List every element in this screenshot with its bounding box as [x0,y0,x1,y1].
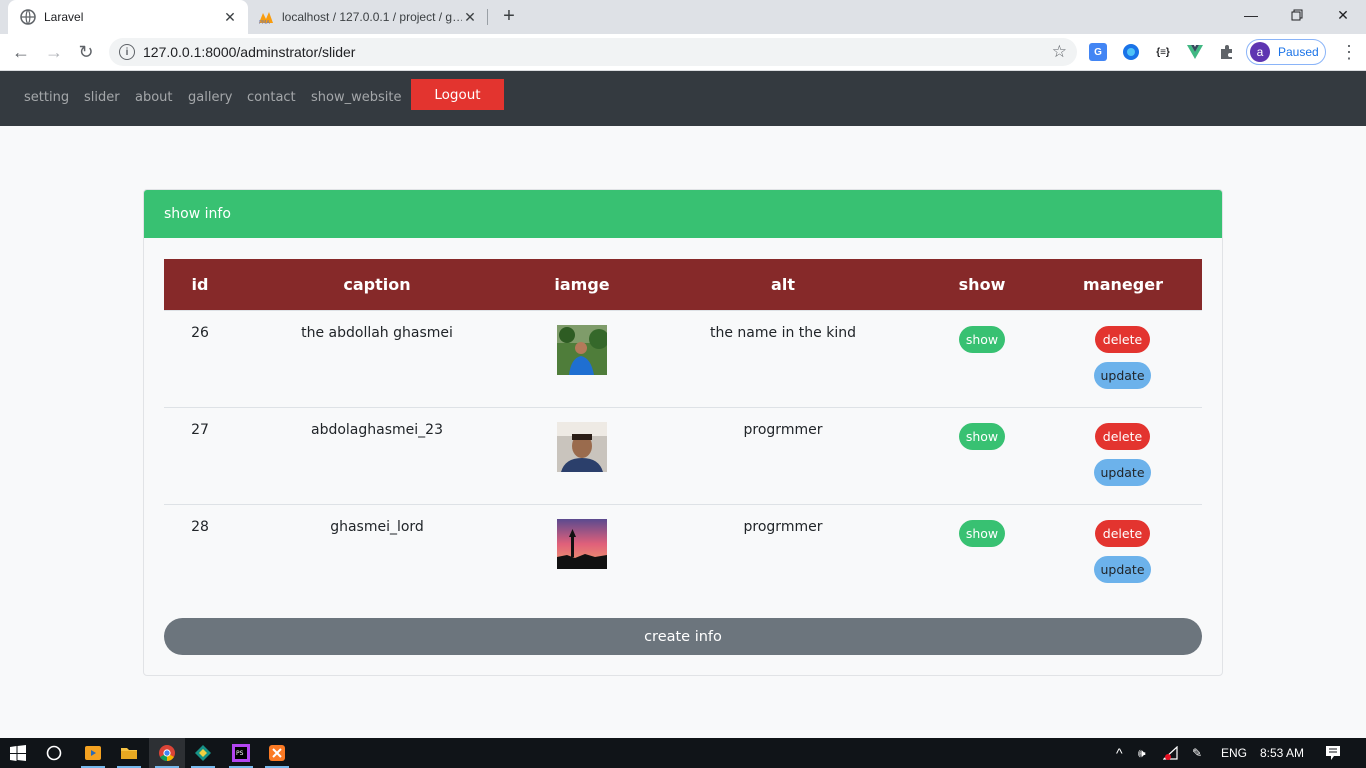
column-header-manager: maneger [1083,275,1163,294]
tab-title: localhost / 127.0.0.1 / project / g… [282,10,462,24]
show-button[interactable]: show [959,423,1005,450]
table-row: 26 the abdollah ghasmei the name in the … [164,310,1202,407]
browser-tab-strip: Laravel ✕ PMA localhost / 127.0.0.1 / pr… [0,0,1366,34]
nav-link-about[interactable]: about [135,90,173,105]
chrome-icon[interactable] [149,738,185,768]
avatar: a [1250,42,1270,62]
logout-button[interactable]: Logout [411,79,504,110]
row-id: 27 [191,422,209,438]
table-row: 27 abdolaghasmei_23 progrmmer show delet… [164,407,1202,504]
tab-phpmyadmin[interactable]: PMA localhost / 127.0.0.1 / project / g…… [250,0,488,34]
row-caption: abdolaghasmei_23 [311,422,443,438]
tab-separator [487,9,488,25]
column-header-id: id [191,275,209,294]
row-caption: ghasmei_lord [330,519,424,535]
svg-text:PMA: PMA [259,20,270,25]
json-extension-icon[interactable]: {≡} [1154,43,1172,61]
network-icon[interactable] [1163,738,1179,768]
column-header-image: iamge [554,275,610,294]
table-row: 28 ghasmei_lord progrmmer show delete up… [164,504,1202,601]
pen-icon[interactable]: ✎ [1192,738,1202,768]
card-header: show info [144,190,1222,238]
svg-text:PS: PS [236,750,244,757]
slider-image-thumbnail [557,422,607,472]
nav-link-setting[interactable]: setting [24,90,69,105]
phpmyadmin-icon: PMA [258,9,274,25]
delete-button[interactable]: delete [1095,326,1150,353]
column-header-alt: alt [771,275,795,294]
delete-button[interactable]: delete [1095,423,1150,450]
profile-button[interactable]: a Paused [1246,39,1326,65]
git-kraken-icon[interactable] [185,738,221,768]
create-info-button[interactable]: create info [164,618,1202,655]
row-caption: the abdollah ghasmei [301,325,453,341]
xampp-icon[interactable] [259,738,295,768]
browser-toolbar: ← → ↻ i 127.0.0.1:8000/adminstrator/slid… [0,34,1366,71]
tab-title: Laravel [44,10,84,24]
address-bar[interactable]: i 127.0.0.1:8000/adminstrator/slider ☆ [109,38,1077,66]
translate-extension-icon[interactable]: G [1089,43,1107,61]
action-center-icon[interactable] [1325,738,1341,768]
forward-icon[interactable]: → [42,40,66,64]
volume-icon[interactable]: 🕪 [1138,738,1146,768]
row-id: 26 [191,325,209,341]
minimize-icon[interactable]: — [1228,0,1274,30]
info-card: show info id caption iamge alt show mane… [143,189,1223,676]
nav-link-slider[interactable]: slider [84,90,120,105]
column-header-caption: caption [343,275,411,294]
slider-image-thumbnail [557,519,607,569]
reload-icon[interactable]: ↻ [74,40,98,64]
update-button[interactable]: update [1094,556,1151,583]
profile-status: Paused [1278,45,1319,59]
restore-icon[interactable] [1274,0,1320,30]
delete-button[interactable]: delete [1095,520,1150,547]
bookmark-star-icon[interactable]: ☆ [1052,42,1067,62]
column-header-show: show [958,275,1006,294]
windows-start-icon[interactable] [0,738,36,768]
table-header: id caption iamge alt show maneger [164,259,1202,310]
nav-link-show-website[interactable]: show_website [311,90,401,105]
update-button[interactable]: update [1094,459,1151,486]
show-button[interactable]: show [959,520,1005,547]
windows-taskbar: PS ^ 🕪 ✎ ENG 8:53 AM [0,738,1366,768]
tab-laravel[interactable]: Laravel ✕ [8,0,248,34]
nav-link-contact[interactable]: contact [247,90,296,105]
site-info-icon[interactable]: i [119,44,135,60]
slider-image-thumbnail [557,325,609,375]
url-text: 127.0.0.1:8000/adminstrator/slider [143,44,356,60]
file-explorer-icon[interactable] [111,738,147,768]
new-tab-icon[interactable]: + [499,6,519,27]
phpstorm-icon[interactable]: PS [223,738,259,768]
vue-devtools-icon[interactable] [1186,43,1204,61]
update-button[interactable]: update [1094,362,1151,389]
tray-chevron-icon[interactable]: ^ [1116,738,1123,768]
edge-extension-icon[interactable] [1122,43,1140,61]
close-window-icon[interactable]: ✕ [1320,0,1366,30]
browser-menu-icon[interactable]: ⋮ [1340,42,1358,62]
nav-link-gallery[interactable]: gallery [188,90,232,105]
close-tab-icon[interactable]: ✕ [222,9,238,25]
search-circle-icon[interactable] [36,738,72,768]
globe-icon [20,9,36,25]
site-navbar: setting slider about gallery contact sho… [0,71,1366,126]
row-alt: progrmmer [743,422,823,438]
media-player-icon[interactable] [75,738,111,768]
language-indicator[interactable]: ENG [1221,738,1247,768]
back-icon[interactable]: ← [9,40,33,64]
row-alt: progrmmer [743,519,823,535]
extensions-puzzle-icon[interactable] [1218,43,1236,61]
row-id: 28 [191,519,209,535]
row-alt: the name in the kind [710,325,856,341]
close-tab-icon[interactable]: ✕ [462,9,478,25]
clock[interactable]: 8:53 AM [1260,738,1304,768]
show-button[interactable]: show [959,326,1005,353]
